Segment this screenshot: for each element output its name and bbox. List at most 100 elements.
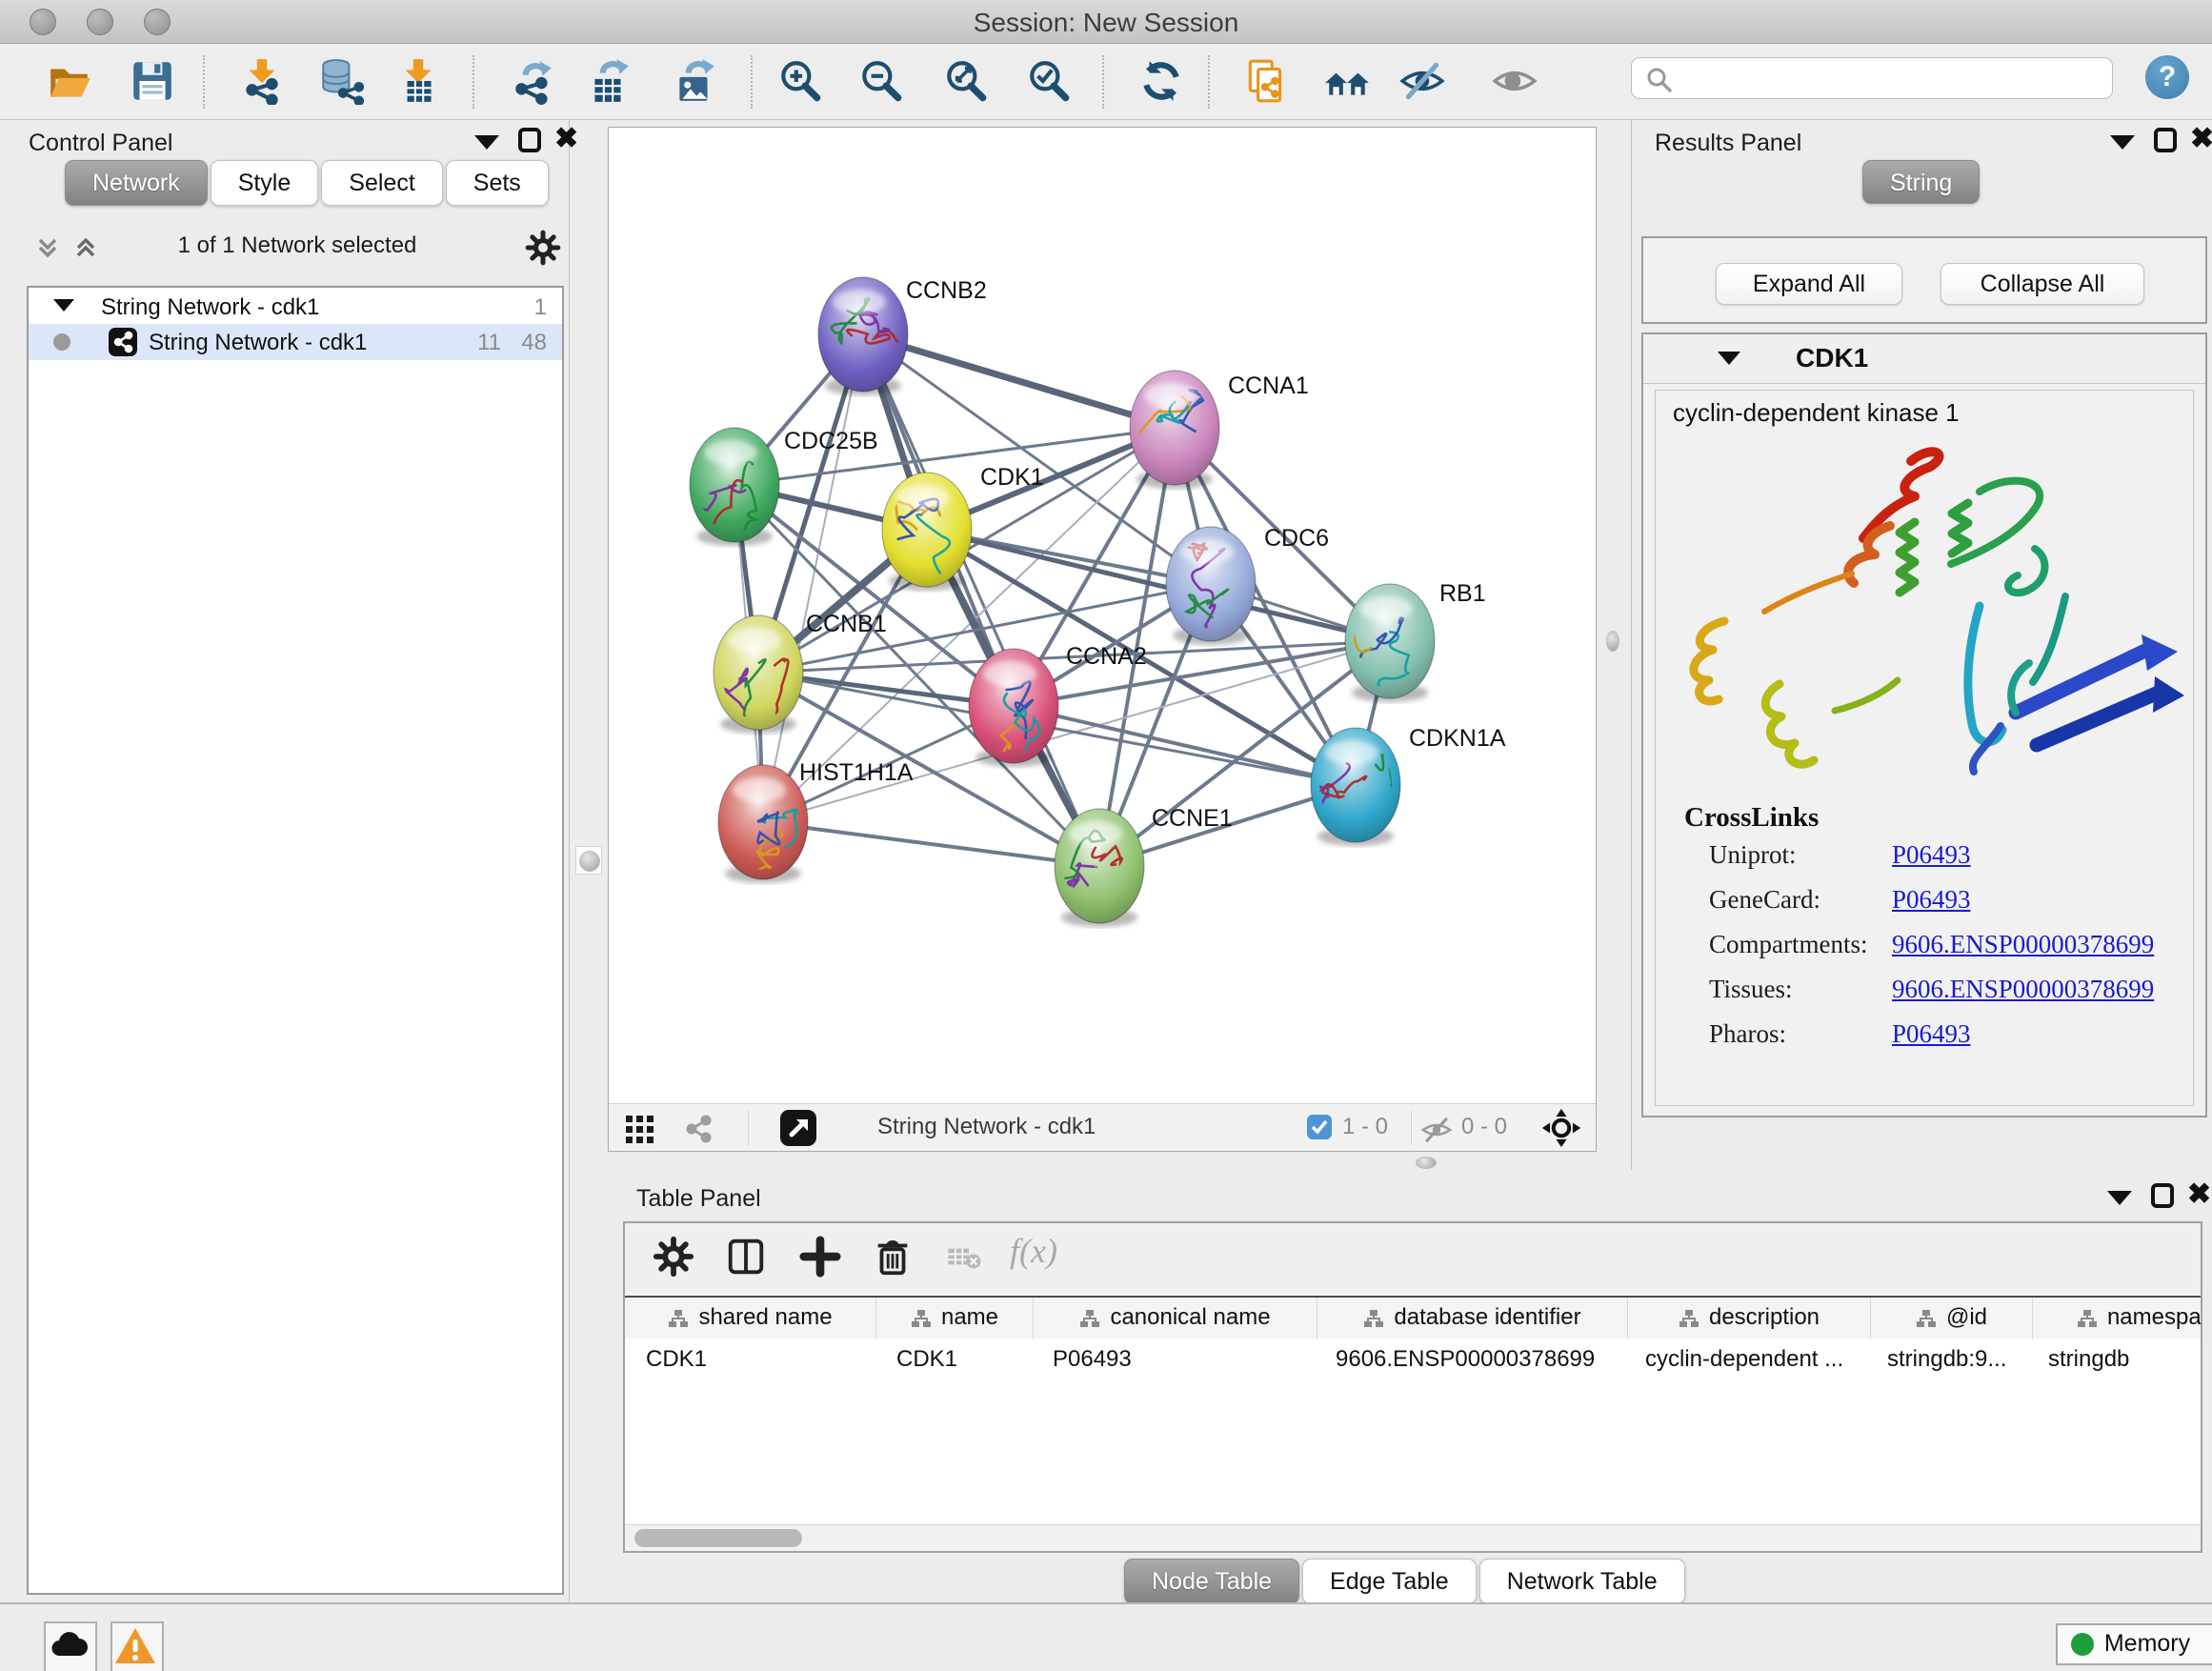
show-columns-icon[interactable]	[724, 1235, 768, 1278]
column-header-description[interactable]: description	[1628, 1298, 1871, 1339]
column-header-shared-name[interactable]: shared name	[625, 1298, 876, 1339]
refresh-icon[interactable]	[1137, 57, 1185, 105]
network-row[interactable]: String Network - cdk1 11 48	[29, 324, 562, 360]
graph-node-HIST1H1A[interactable]	[718, 765, 808, 883]
splitter-handle[interactable]	[1416, 1157, 1437, 1169]
graph-node-CCNB1[interactable]	[714, 615, 803, 753]
splitter-handle[interactable]	[1606, 631, 1619, 652]
graph-node-CCNA2[interactable]	[969, 649, 1058, 812]
column-header-label: @id	[1946, 1304, 1987, 1330]
graph-node-CCNE1[interactable]	[1054, 809, 1144, 927]
search-input[interactable]	[1683, 62, 2106, 96]
network-collection-row[interactable]: String Network - cdk1 1	[29, 292, 562, 324]
scrollbar-thumb[interactable]	[634, 1529, 802, 1547]
crosslink-link[interactable]: 9606.ENSP00000378699	[1892, 930, 2154, 959]
open-view-icon[interactable]	[780, 1110, 816, 1146]
network-share-icon[interactable]	[681, 1112, 715, 1146]
close-panel-icon[interactable]: ✖	[2187, 1182, 2211, 1207]
column-header--id[interactable]: @id	[1871, 1298, 2033, 1339]
float-panel-icon[interactable]	[2110, 135, 2135, 150]
save-session-icon[interactable]	[129, 57, 176, 105]
graph-node-CDK1[interactable]	[882, 473, 972, 625]
column-header-name[interactable]: name	[876, 1298, 1034, 1339]
crosslink-link[interactable]: P06493	[1892, 885, 1971, 915]
help-button[interactable]: ?	[2145, 55, 2189, 99]
zoom-out-icon[interactable]	[857, 57, 905, 105]
show-all-icon[interactable]	[1491, 57, 1538, 105]
tab-style[interactable]: Style	[211, 160, 319, 206]
undock-panel-icon[interactable]	[2154, 128, 2177, 152]
memory-button[interactable]: Memory	[2056, 1623, 2212, 1665]
zoom-fit-icon[interactable]	[942, 57, 990, 105]
float-panel-icon[interactable]	[2107, 1191, 2132, 1205]
table-gear-icon[interactable]	[652, 1235, 695, 1278]
copy-style-icon[interactable]	[1242, 57, 1290, 105]
graph-edge[interactable]	[863, 334, 1175, 428]
tab-network[interactable]: Network	[65, 160, 208, 206]
tab-string[interactable]: String	[1862, 160, 1980, 204]
table-panel-title: Table Panel	[636, 1185, 761, 1213]
undock-panel-icon[interactable]	[518, 128, 541, 152]
open-session-icon[interactable]	[46, 57, 93, 105]
tab-node-table[interactable]: Node Table	[1124, 1559, 1299, 1604]
collapse-all-tree-icon[interactable]	[70, 232, 101, 263]
graph-node-CDC25B[interactable]	[683, 428, 779, 563]
fit-content-icon[interactable]	[1540, 1107, 1582, 1149]
results-panel-title: Results Panel	[1655, 130, 1801, 157]
table-horizontal-scrollbar[interactable]	[625, 1524, 2201, 1552]
import-network-icon[interactable]	[238, 57, 286, 105]
hide-selected-icon[interactable]	[1398, 57, 1446, 105]
column-header-database-identifier[interactable]: database identifier	[1317, 1298, 1628, 1339]
expand-all-tree-icon[interactable]	[32, 232, 63, 263]
crosslink-link[interactable]: 9606.ENSP00000378699	[1892, 975, 2154, 1004]
warnings-button[interactable]	[111, 1621, 164, 1671]
tab-edge-table[interactable]: Edge Table	[1302, 1559, 1477, 1604]
first-neighbors-icon[interactable]	[1323, 57, 1371, 105]
selected-checkbox-icon[interactable]	[1307, 1115, 1332, 1139]
network-canvas[interactable]: CCNB2CCNA1CDC25BCDK1CDC6RB1CCNB1CCNA2CDK…	[609, 128, 1596, 1103]
export-network-icon[interactable]	[510, 57, 557, 105]
graph-node-label: CDKN1A	[1409, 725, 1506, 752]
collapse-all-button[interactable]: Collapse All	[1941, 263, 2144, 305]
crosslink-link[interactable]: P06493	[1892, 1019, 1971, 1049]
add-column-icon[interactable]	[798, 1235, 842, 1278]
network-options-gear-icon[interactable]	[524, 229, 562, 267]
undock-panel-icon[interactable]	[2151, 1183, 2174, 1208]
collection-expander-icon[interactable]	[53, 299, 74, 312]
node-details-header[interactable]: CDK1	[1643, 334, 2205, 384]
expand-all-button[interactable]: Expand All	[1716, 263, 1902, 305]
table-toolbar: f(x)	[625, 1223, 2201, 1292]
graph-edge[interactable]	[1014, 706, 1356, 785]
tab-select[interactable]: Select	[321, 160, 442, 206]
import-table-icon[interactable]	[394, 57, 442, 105]
close-panel-icon[interactable]: ✖	[554, 127, 578, 151]
delete-column-icon[interactable]	[871, 1235, 915, 1278]
zoom-in-icon[interactable]	[776, 57, 824, 105]
main-toolbar: ?	[0, 44, 2212, 120]
export-table-icon[interactable]	[585, 57, 633, 105]
cloud-button[interactable]	[44, 1621, 97, 1671]
graph-edge[interactable]	[763, 334, 863, 822]
collapse-entry-icon[interactable]	[1718, 352, 1740, 365]
graph-edge[interactable]	[763, 822, 1099, 866]
import-network-database-icon[interactable]	[316, 57, 364, 105]
column-header-canonical-name[interactable]: canonical name	[1034, 1298, 1317, 1339]
tab-sets[interactable]: Sets	[446, 160, 549, 206]
splitter-handle[interactable]	[575, 846, 602, 875]
delete-table-icon	[945, 1235, 983, 1278]
zoom-selected-icon[interactable]	[1025, 57, 1073, 105]
birdseye-grid-icon[interactable]	[624, 1112, 658, 1146]
graph-node-CCNA1[interactable]	[1123, 371, 1219, 489]
table-row[interactable]: CDK1CDK1P064939606.ENSP00000378699cyclin…	[625, 1339, 2202, 1380]
tab-network-table[interactable]: Network Table	[1479, 1559, 1685, 1604]
export-image-icon[interactable]	[671, 57, 718, 105]
graph-edge[interactable]	[863, 334, 1099, 866]
float-panel-icon[interactable]	[474, 135, 499, 150]
graph-node-CCNB2[interactable]	[818, 277, 908, 395]
control-panel: Control Panel ✖ NetworkStyleSelectSets 1…	[11, 120, 570, 1602]
table-cell-namespace: stringdb	[2027, 1339, 2202, 1380]
column-header-namespace[interactable]: namespace	[2033, 1298, 2202, 1339]
crosslink-link[interactable]: P06493	[1892, 840, 1971, 870]
close-panel-icon[interactable]: ✖	[2190, 127, 2212, 151]
column-header-label: namespace	[2107, 1304, 2202, 1330]
